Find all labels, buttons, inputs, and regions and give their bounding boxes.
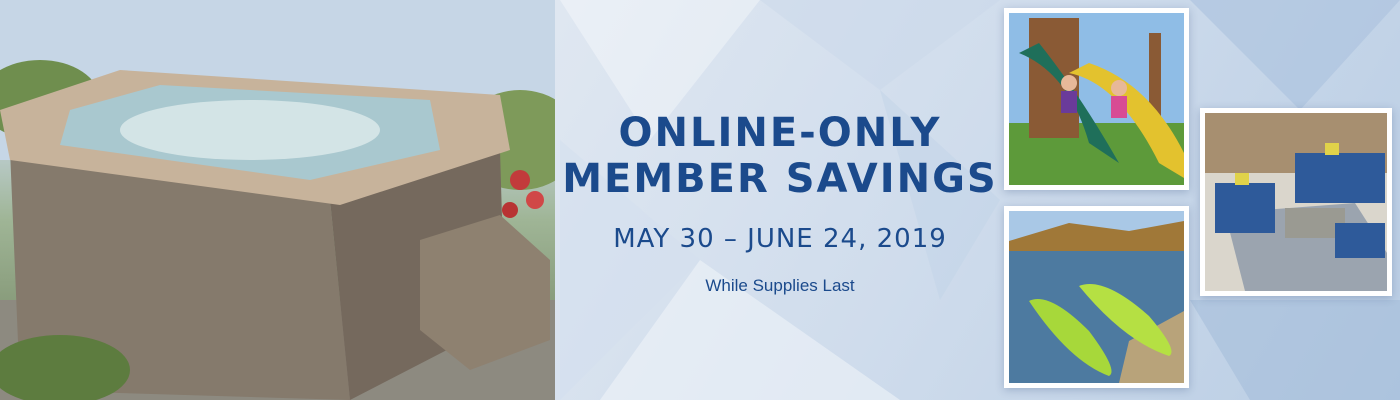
kids-on-slide-photo[interactable] — [1004, 8, 1189, 190]
kayaks-on-lake-photo[interactable] — [1004, 206, 1189, 388]
headline-line-1: ONLINE-ONLY — [618, 110, 942, 156]
promo-dates: MAY 30 – JUNE 24, 2019 — [613, 224, 947, 254]
headline-line-2: MEMBER SAVINGS — [562, 156, 998, 202]
patio-furniture-photo[interactable] — [1200, 108, 1392, 296]
promo-banner[interactable]: ONLINE-ONLY MEMBER SAVINGS MAY 30 – JUNE… — [0, 0, 1400, 400]
promo-text-block: ONLINE-ONLY MEMBER SAVINGS MAY 30 – JUNE… — [560, 110, 1000, 296]
supplies-note: While Supplies Last — [705, 276, 855, 295]
hot-tub-photo[interactable] — [0, 0, 555, 400]
